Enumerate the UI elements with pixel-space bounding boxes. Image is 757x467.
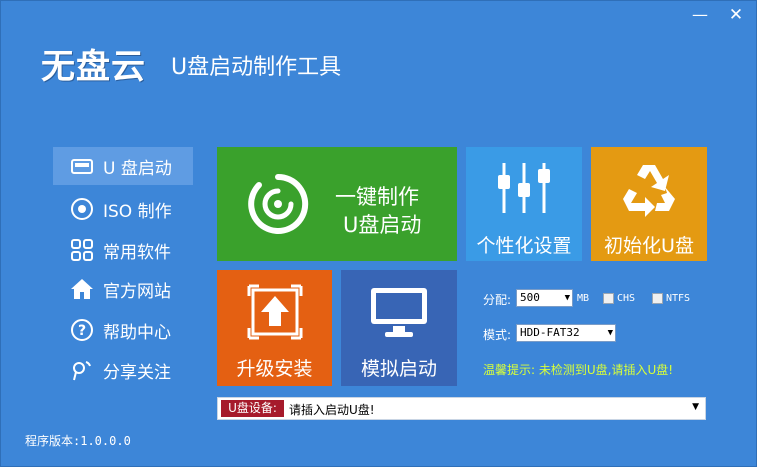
- sidebar-item-label: 官方网站: [103, 281, 171, 302]
- alloc-size-value: 500: [520, 291, 540, 304]
- power-disc-icon: [245, 171, 311, 241]
- tile-label: 初始化U盘: [604, 235, 694, 257]
- sliders-icon: [494, 161, 554, 221]
- ntfs-checkbox[interactable]: [652, 293, 663, 304]
- mode-value: HDD-FAT32: [520, 326, 580, 339]
- sidebar-item-website[interactable]: 官方网站: [53, 270, 193, 308]
- ntfs-label: NTFS: [666, 293, 691, 304]
- hint-text: 温馨提示: 未检测到U盘,请插入U盘!: [483, 363, 674, 377]
- sidebar-item-label: 常用软件: [103, 242, 171, 263]
- app-title: U盘启动制作工具: [171, 55, 342, 80]
- alloc-size-select[interactable]: 500 ▼: [516, 289, 573, 307]
- tile-label: 模拟启动: [360, 358, 437, 380]
- usb-device-value: 请插入启动U盘!: [289, 403, 375, 417]
- sidebar-item-label: U 盘启动: [103, 158, 172, 179]
- chevron-down-icon: ▼: [564, 293, 570, 303]
- monitor-icon: [369, 286, 429, 344]
- chs-label: CHS: [617, 293, 636, 304]
- minimize-icon[interactable]: —: [689, 5, 711, 25]
- usb-drive-icon: [69, 153, 95, 179]
- sidebar-item-label: 帮助中心: [103, 322, 171, 343]
- sidebar-item-label: 分享关注: [103, 362, 171, 383]
- initialize-usb-button[interactable]: 初始化U盘: [591, 147, 707, 261]
- share-icon: [69, 357, 95, 383]
- sidebar-item-usb-boot[interactable]: U 盘启动: [53, 147, 193, 185]
- sidebar-item-help[interactable]: ? 帮助中心: [53, 311, 193, 349]
- chs-checkbox[interactable]: [603, 293, 614, 304]
- help-icon: ?: [69, 317, 95, 343]
- recycle-icon: [619, 161, 679, 223]
- mode-select[interactable]: HDD-FAT32 ▼: [516, 324, 616, 342]
- tile-label: 升级安装: [236, 358, 313, 380]
- chevron-down-icon: ▼: [692, 402, 699, 412]
- upgrade-icon: [247, 284, 303, 344]
- usb-device-select[interactable]: U盘设备: 请插入启动U盘! ▼: [217, 397, 706, 420]
- tile-label-line2: U盘启动: [343, 213, 422, 237]
- tile-label: 个性化设置: [476, 235, 572, 257]
- sidebar-item-software[interactable]: 常用软件: [53, 231, 193, 269]
- svg-text:?: ?: [78, 323, 86, 339]
- simulate-boot-button[interactable]: 模拟启动: [341, 270, 457, 386]
- apps-grid-icon: [69, 237, 95, 263]
- sidebar-item-share[interactable]: 分享关注: [53, 351, 193, 389]
- alloc-label: 分配:: [483, 293, 512, 307]
- app-logo: 无盘云: [41, 47, 146, 87]
- chevron-down-icon: ▼: [607, 328, 613, 338]
- tile-label-line1: 一键制作: [335, 185, 419, 209]
- version-text: 程序版本:1.0.0.0: [25, 434, 131, 448]
- one-click-make-button[interactable]: 一键制作 U盘启动: [217, 147, 457, 261]
- app-window: — ✕ 无盘云 U盘启动制作工具 U 盘启动 ISO 制作 常用软件 官方网站 …: [0, 0, 757, 467]
- sidebar-item-iso[interactable]: ISO 制作: [53, 190, 193, 228]
- personalize-settings-button[interactable]: 个性化设置: [466, 147, 582, 261]
- mode-label: 模式:: [483, 328, 512, 342]
- home-icon: [69, 276, 95, 302]
- close-icon[interactable]: ✕: [725, 5, 747, 25]
- alloc-unit: MB: [577, 293, 590, 304]
- sidebar-item-label: ISO 制作: [103, 201, 172, 222]
- disc-icon: [69, 196, 95, 222]
- upgrade-install-button[interactable]: 升级安装: [217, 270, 332, 386]
- usb-device-label: U盘设备:: [221, 400, 284, 417]
